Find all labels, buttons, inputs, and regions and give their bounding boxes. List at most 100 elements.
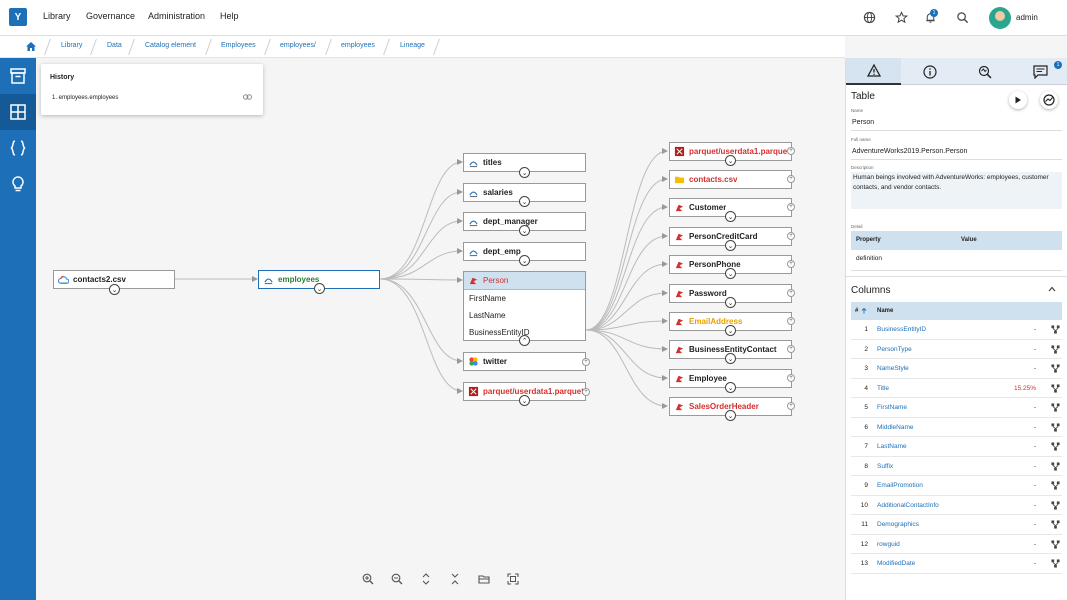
link-icon[interactable] bbox=[243, 94, 252, 100]
home-icon[interactable] bbox=[25, 41, 37, 52]
table-row[interactable]: 7 LastName - bbox=[851, 437, 1062, 457]
zoom-in-icon[interactable] bbox=[362, 573, 374, 585]
column-row[interactable]: LastName bbox=[464, 307, 585, 324]
globe-icon[interactable] bbox=[863, 11, 876, 24]
expand-chevron[interactable]: ⌄ bbox=[725, 240, 736, 251]
lineage-graph-icon[interactable] bbox=[1051, 539, 1060, 549]
expand-chevron[interactable]: ⌄ bbox=[725, 382, 736, 393]
search-icon[interactable] bbox=[956, 11, 969, 24]
chevron-up-icon[interactable] bbox=[1048, 286, 1056, 292]
star-icon[interactable] bbox=[895, 11, 908, 24]
column-row[interactable]: FirstName bbox=[464, 290, 585, 307]
tab-warnings[interactable] bbox=[846, 58, 901, 85]
expand-plus[interactable]: + bbox=[787, 175, 795, 183]
lineage-graph-icon[interactable] bbox=[1051, 364, 1060, 373]
node-person-expanded[interactable]: Person FirstName LastName BusinessEntity… bbox=[463, 271, 586, 341]
expand-plus[interactable]: + bbox=[787, 289, 795, 297]
column-name[interactable]: Suffix bbox=[877, 463, 893, 470]
node-twitter[interactable]: twitter bbox=[463, 352, 586, 371]
profile-button[interactable] bbox=[1040, 91, 1058, 109]
table-row[interactable]: 10 AdditionalContactInfo - bbox=[851, 496, 1062, 515]
collapse-chevron[interactable]: ⌃ bbox=[519, 335, 530, 346]
expand-plus[interactable]: + bbox=[787, 374, 795, 382]
breadcrumb-employees[interactable]: Employees bbox=[221, 42, 256, 49]
lineage-canvas[interactable]: contacts2.csv ⌄ employees ⌄ titles ⌄ sal… bbox=[36, 58, 844, 600]
expand-all-icon[interactable] bbox=[420, 573, 432, 585]
expand-chevron[interactable]: ⌄ bbox=[519, 196, 530, 207]
expand-chevron[interactable]: ⌄ bbox=[725, 353, 736, 364]
column-name[interactable]: FirstName bbox=[877, 404, 907, 411]
expand-chevron[interactable]: ⌄ bbox=[519, 167, 530, 178]
rail-dashboard[interactable] bbox=[0, 94, 36, 130]
rail-archive[interactable] bbox=[0, 58, 36, 94]
lineage-graph-icon[interactable] bbox=[1051, 461, 1060, 471]
table-row[interactable]: 9 EmailPromotion - bbox=[851, 476, 1062, 496]
lineage-graph-icon[interactable] bbox=[1051, 403, 1060, 412]
expand-plus[interactable]: + bbox=[787, 203, 795, 211]
lineage-graph-icon[interactable] bbox=[1051, 383, 1060, 393]
expand-plus[interactable]: + bbox=[787, 345, 795, 353]
history-item[interactable]: 1. employees.employees bbox=[52, 95, 118, 101]
zoom-out-icon[interactable] bbox=[391, 573, 403, 585]
table-row[interactable]: 4 Title 15.25% bbox=[851, 379, 1062, 398]
menu-help[interactable]: Help bbox=[220, 11, 239, 21]
column-name[interactable]: Demographics bbox=[877, 521, 919, 528]
column-name[interactable]: MiddleName bbox=[877, 424, 914, 431]
table-row[interactable]: 2 PersonType - bbox=[851, 340, 1062, 359]
column-name[interactable]: PersonType bbox=[877, 346, 912, 353]
avatar[interactable] bbox=[989, 7, 1011, 29]
expand-chevron[interactable]: ⌄ bbox=[725, 155, 736, 166]
expand-chevron[interactable]: ⌄ bbox=[519, 395, 530, 406]
columns-section[interactable]: Columns bbox=[846, 276, 1067, 300]
expand-plus[interactable]: + bbox=[787, 402, 795, 410]
expand-chevron[interactable]: ⌄ bbox=[109, 284, 120, 295]
rail-code[interactable] bbox=[0, 130, 36, 166]
app-logo[interactable]: Y bbox=[9, 8, 27, 26]
col-header-num[interactable]: # bbox=[855, 308, 858, 314]
expand-chevron[interactable]: ⌄ bbox=[314, 283, 325, 294]
expand-chevron[interactable]: ⌄ bbox=[725, 268, 736, 279]
menu-library[interactable]: Library bbox=[43, 11, 71, 21]
node-contacts-csv[interactable]: contacts.csv bbox=[669, 170, 792, 189]
expand-plus[interactable]: + bbox=[582, 388, 590, 396]
lineage-graph-icon[interactable] bbox=[1051, 442, 1060, 451]
lineage-graph-icon[interactable] bbox=[1051, 520, 1060, 529]
lineage-graph-icon[interactable] bbox=[1051, 559, 1060, 568]
table-row[interactable]: 6 MiddleName - bbox=[851, 418, 1062, 437]
table-row[interactable]: 5 FirstName - bbox=[851, 398, 1062, 418]
user-name[interactable]: admin bbox=[1016, 13, 1038, 22]
lineage-graph-icon[interactable] bbox=[1051, 500, 1060, 510]
breadcrumb-employees-table[interactable]: employees bbox=[341, 42, 375, 49]
table-row[interactable]: 12 rowguid - bbox=[851, 535, 1062, 554]
sort-arrow-icon[interactable] bbox=[861, 308, 867, 314]
breadcrumb-data[interactable]: Data bbox=[107, 42, 122, 49]
column-name[interactable]: Title bbox=[877, 385, 889, 392]
expand-chevron[interactable]: ⌄ bbox=[519, 255, 530, 266]
menu-administration[interactable]: Administration bbox=[148, 11, 205, 21]
tab-notes[interactable]: 1 bbox=[1013, 58, 1067, 85]
table-row[interactable]: 11 Demographics - bbox=[851, 515, 1062, 535]
column-name[interactable]: rowguid bbox=[877, 541, 900, 548]
column-name[interactable]: EmailPromotion bbox=[877, 482, 923, 489]
table-row[interactable]: 8 Suffix - bbox=[851, 457, 1062, 476]
lineage-graph-icon[interactable] bbox=[1051, 344, 1060, 354]
collapse-all-icon[interactable] bbox=[449, 573, 461, 585]
column-name[interactable]: LastName bbox=[877, 443, 907, 450]
expand-plus[interactable]: + bbox=[582, 358, 590, 366]
expand-plus[interactable]: + bbox=[787, 317, 795, 325]
expand-chevron[interactable]: ⌄ bbox=[725, 297, 736, 308]
expand-chevron[interactable]: ⌄ bbox=[725, 410, 736, 421]
expand-chevron[interactable]: ⌄ bbox=[519, 225, 530, 236]
column-name[interactable]: BusinessEntityID bbox=[877, 326, 926, 333]
table-row[interactable]: 1 BusinessEntityID - bbox=[851, 320, 1062, 340]
node-person-header[interactable]: Person bbox=[464, 272, 585, 290]
expand-plus[interactable]: + bbox=[787, 147, 795, 155]
run-button[interactable] bbox=[1009, 91, 1027, 109]
lineage-graph-icon[interactable] bbox=[1051, 325, 1060, 334]
tab-info[interactable] bbox=[902, 58, 957, 85]
breadcrumb-lineage[interactable]: Lineage bbox=[400, 42, 425, 49]
column-name[interactable]: AdditionalContactInfo bbox=[877, 502, 939, 509]
col-header-name[interactable]: Name bbox=[877, 308, 893, 314]
fit-screen-icon[interactable] bbox=[507, 573, 519, 585]
table-row[interactable]: 13 ModifiedDate - bbox=[851, 554, 1062, 574]
